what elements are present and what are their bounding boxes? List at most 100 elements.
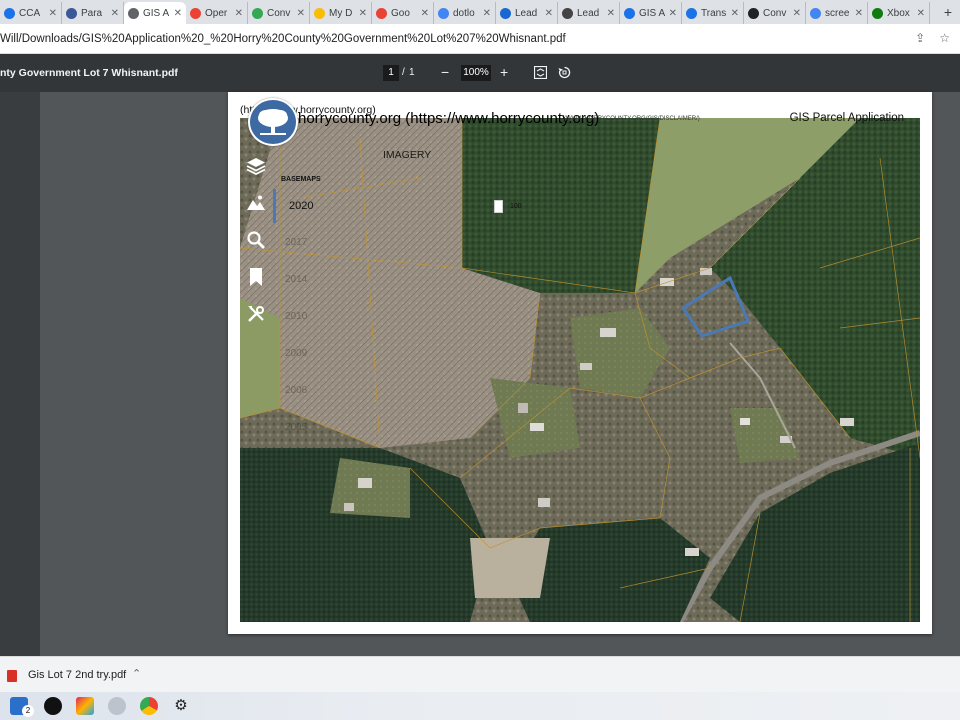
close-icon[interactable]: ✕	[297, 8, 305, 19]
opacity-value: 100	[510, 203, 522, 210]
browser-tab[interactable]: Trans ✕	[682, 2, 744, 24]
page-separator: /	[402, 67, 405, 78]
year-option[interactable]: 2006	[285, 385, 307, 396]
active-year-indicator	[273, 189, 276, 223]
pdf-sidebar	[0, 92, 40, 656]
year-option-active[interactable]: 2020	[289, 200, 313, 212]
hp-app-icon[interactable]	[108, 697, 126, 715]
layers-icon[interactable]	[246, 156, 266, 176]
tab-label: Goo	[391, 7, 410, 19]
tab-favicon	[252, 7, 263, 19]
camera-app-icon[interactable]	[44, 697, 62, 715]
tab-favicon	[438, 7, 449, 19]
year-option[interactable]: 2005	[285, 422, 307, 433]
settings-gear-icon[interactable]: ⚙	[172, 697, 190, 715]
browser-tab[interactable]: Para ✕	[62, 2, 124, 24]
share-icon[interactable]: ⇪	[915, 31, 925, 45]
browser-tab[interactable]: Lead ✕	[558, 2, 620, 24]
header-url-large[interactable]: horrycounty.org (https://www.horrycounty…	[298, 110, 599, 127]
zoom-level-input[interactable]: 100%	[461, 65, 491, 81]
close-icon[interactable]: ✕	[111, 8, 119, 19]
search-icon[interactable]	[246, 230, 266, 250]
aerial-map	[240, 118, 920, 622]
tab-favicon	[500, 7, 511, 19]
fit-page-icon[interactable]	[534, 66, 547, 79]
downloads-bar: Gis Lot 7 2nd try.pdf ⌃	[0, 656, 960, 692]
tab-label: CCA	[19, 7, 41, 19]
browser-tab[interactable]: Conv ✕	[744, 2, 806, 24]
tab-favicon	[748, 7, 759, 19]
page-number-input[interactable]: 1	[383, 65, 399, 81]
year-option[interactable]: 2009	[285, 348, 307, 359]
tab-label: scree	[825, 7, 850, 19]
close-icon[interactable]: ✕	[49, 8, 57, 19]
browser-tab[interactable]: Xbox ✕	[868, 2, 930, 24]
tab-label: Lead	[577, 7, 600, 19]
tab-label: Trans	[701, 7, 727, 19]
browser-tab[interactable]: dotlo ✕	[434, 2, 496, 24]
maps-icon	[376, 7, 387, 19]
close-icon[interactable]: ✕	[359, 8, 367, 19]
basemap-icon[interactable]	[246, 193, 266, 213]
tab-label: Lead	[515, 7, 538, 19]
browser-tab[interactable]: scree ✕	[806, 2, 868, 24]
opacity-slider-handle[interactable]	[494, 200, 503, 213]
chrome-app-icon[interactable]	[140, 697, 158, 715]
browser-tab[interactable]: CCA ✕	[0, 2, 62, 24]
close-icon[interactable]: ✕	[669, 8, 677, 19]
year-option[interactable]: 2014	[285, 274, 307, 285]
close-icon[interactable]: ✕	[917, 8, 925, 19]
close-icon[interactable]: ✕	[174, 8, 182, 19]
header-disclaimer[interactable]: (WWW.HORRYCOUNTY.ORG/GIS/DISCLAIMER/)	[564, 116, 700, 122]
tab-label: Oper	[205, 7, 228, 19]
zoom-out-button[interactable]: −	[441, 63, 449, 81]
pdf-page: (https://www.horrycounty.org) horrycount…	[228, 92, 932, 634]
county-logo[interactable]	[248, 98, 298, 146]
xbox-icon	[872, 7, 883, 19]
browser-tab[interactable]: My D ✕	[310, 2, 372, 24]
browser-tab[interactable]: GIS A ✕	[620, 2, 682, 24]
browser-tab[interactable]: Conv ✕	[248, 2, 310, 24]
google-icon	[810, 7, 821, 19]
photos-app-icon[interactable]	[76, 697, 94, 715]
imagery-heading: IMAGERY	[383, 149, 432, 161]
tab-favicon	[624, 7, 635, 19]
browser-tab[interactable]: Lead ✕	[496, 2, 558, 24]
close-icon[interactable]: ✕	[731, 8, 739, 19]
bookmark-icon[interactable]	[246, 267, 266, 287]
app-title: GIS Parcel Application	[789, 112, 904, 124]
drive-icon	[314, 7, 325, 19]
close-icon[interactable]: ✕	[855, 8, 863, 19]
rotate-icon[interactable]	[558, 66, 571, 79]
tree-logo-icon	[258, 109, 288, 135]
gmail-icon	[190, 7, 201, 19]
notification-badge: 2	[22, 705, 34, 717]
year-option[interactable]: 2017	[285, 237, 307, 248]
pdf-toolbar: nty Government Lot 7 Whisnant.pdf 1 / 1 …	[0, 54, 960, 92]
url-field[interactable]: Will/Downloads/GIS%20Application%20_%20H…	[0, 29, 960, 49]
browser-tab[interactable]: GIS A ✕	[124, 2, 186, 24]
tab-label: My D	[329, 7, 353, 19]
address-bar: Will/Downloads/GIS%20Application%20_%20H…	[0, 24, 960, 54]
download-filename[interactable]: Gis Lot 7 2nd try.pdf	[28, 669, 126, 681]
bookmark-star-icon[interactable]: ☆	[939, 31, 950, 45]
basemaps-label: BASEMAPS	[281, 176, 321, 183]
year-option[interactable]: 2001	[285, 459, 307, 470]
pdf-title: nty Government Lot 7 Whisnant.pdf	[0, 67, 178, 79]
close-icon[interactable]: ✕	[421, 8, 429, 19]
close-icon[interactable]: ✕	[545, 8, 553, 19]
tools-icon[interactable]	[246, 304, 266, 324]
browser-tab[interactable]: Oper ✕	[186, 2, 248, 24]
zoom-in-button[interactable]: +	[500, 63, 508, 81]
close-icon[interactable]: ✕	[235, 8, 243, 19]
close-icon[interactable]: ✕	[793, 8, 801, 19]
year-option[interactable]: 2010	[285, 311, 307, 322]
chevron-up-icon[interactable]: ⌃	[132, 667, 141, 680]
close-icon[interactable]: ✕	[483, 8, 491, 19]
new-tab-button[interactable]: +	[940, 4, 956, 20]
tab-label: Conv	[267, 7, 291, 19]
browser-tab[interactable]: Goo ✕	[372, 2, 434, 24]
close-icon[interactable]: ✕	[607, 8, 615, 19]
page-total: 1	[409, 67, 415, 78]
tab-label: Para	[81, 7, 103, 19]
